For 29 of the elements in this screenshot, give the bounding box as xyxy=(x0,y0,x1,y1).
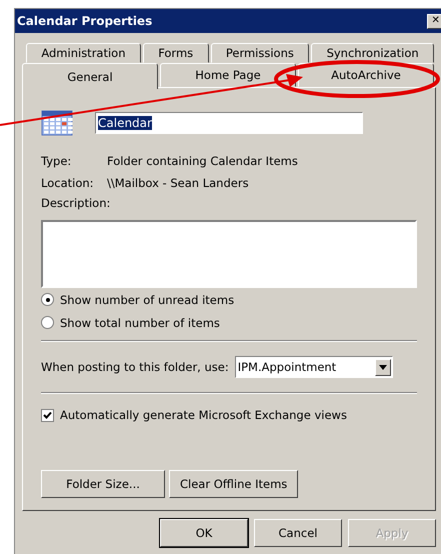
dropdown-arrow-icon xyxy=(378,364,387,370)
radio-label: Show number of unread items xyxy=(60,292,234,306)
tab[interactable]: General xyxy=(22,63,158,89)
panel-button[interactable]: Folder Size... xyxy=(41,470,165,498)
folder-name-field[interactable]: Calendar xyxy=(95,112,363,134)
radio-button[interactable] xyxy=(41,293,54,306)
checkbox[interactable] xyxy=(41,408,54,422)
form-dropdown[interactable]: IPM.Appointment xyxy=(234,356,393,378)
tab[interactable]: Home Page xyxy=(160,63,296,87)
posting-label: When posting to this folder, use: xyxy=(41,360,229,374)
radio-button[interactable] xyxy=(41,316,54,329)
tab[interactable]: Permissions xyxy=(210,43,310,63)
close-button[interactable]: ✕ xyxy=(427,14,441,28)
info-value: \\Mailbox - Sean Landers xyxy=(107,176,249,190)
panel-button[interactable]: Clear Offline Items xyxy=(169,470,298,498)
checkbox-label: Automatically generate Microsoft Exchange views xyxy=(60,408,347,422)
info-value: Folder containing Calendar Items xyxy=(107,154,298,168)
window-title: Calendar Properties xyxy=(17,14,154,28)
radio-label: Show total number of items xyxy=(60,316,220,330)
calendar-icon xyxy=(41,110,73,136)
tab[interactable]: Forms xyxy=(142,43,208,63)
description-field[interactable] xyxy=(41,220,417,288)
description-label: Description: xyxy=(41,196,112,212)
dialog-button[interactable]: OK xyxy=(160,519,248,547)
info-label: Type: xyxy=(41,154,72,168)
tab[interactable]: Synchronization xyxy=(311,43,434,63)
info-label: Location: xyxy=(41,176,95,190)
tab[interactable]: Administration xyxy=(26,43,141,63)
dialog-button[interactable]: Cancel xyxy=(254,519,342,547)
